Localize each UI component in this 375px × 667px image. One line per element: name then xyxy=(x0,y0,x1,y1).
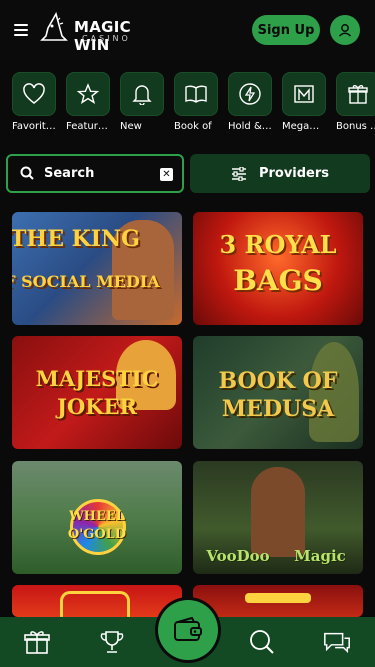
search-input[interactable]: Search ✕ xyxy=(6,154,184,193)
nav-promotions[interactable] xyxy=(22,627,52,657)
game-title-line2: JOKER xyxy=(57,394,137,419)
brand-subtitle: CASINO xyxy=(82,34,131,43)
providers-label: Providers xyxy=(258,166,330,181)
game-title-line2: BAGS xyxy=(233,264,323,297)
game-graphic xyxy=(60,591,130,617)
sign-up-button[interactable]: Sign Up xyxy=(252,15,320,45)
nav-search[interactable] xyxy=(247,627,277,657)
game-tile-majestic-joker[interactable]: MAJESTIC JOKER xyxy=(12,336,182,449)
category-label: Hold &… xyxy=(228,121,272,132)
wallet-icon xyxy=(174,616,202,641)
gift-icon xyxy=(24,631,50,654)
game-character xyxy=(251,467,305,557)
category-label: Mega… xyxy=(282,121,320,132)
heart-icon xyxy=(23,83,45,104)
user-icon xyxy=(338,24,352,37)
nav-tournaments[interactable] xyxy=(97,627,127,657)
game-tile-king-of-social-media[interactable]: THE KING OF SOCIAL MEDIA xyxy=(12,212,182,325)
category-mega[interactable]: Mega… xyxy=(282,72,334,132)
brand-logo[interactable]: MAGIC WIN CASINO xyxy=(38,10,138,54)
category-label: Book of xyxy=(174,121,212,132)
game-tile-voodoo-magic[interactable]: VooDoo Magic xyxy=(193,461,363,574)
category-label: New xyxy=(120,121,142,132)
category-new[interactable]: New xyxy=(120,72,172,132)
chat-icon xyxy=(324,632,350,654)
category-label: Featur… xyxy=(66,121,108,132)
top-bar: MAGIC WIN CASINO Sign Up xyxy=(0,0,375,62)
search-icon xyxy=(20,166,34,180)
wizard-hat-icon xyxy=(40,11,68,41)
search-icon xyxy=(250,630,274,654)
category-book-of[interactable]: Book of xyxy=(174,72,226,132)
trophy-icon xyxy=(100,631,124,653)
book-icon xyxy=(185,85,207,103)
search-label: Search xyxy=(44,166,95,181)
category-favorites[interactable]: Favorit… xyxy=(12,72,64,132)
category-bar: Favorit… Featur… New Book of Hold &… Meg… xyxy=(0,72,375,138)
wallet-button[interactable] xyxy=(158,600,218,660)
category-featured[interactable]: Featur… xyxy=(66,72,118,132)
game-title-line2: OF SOCIAL MEDIA xyxy=(12,272,160,291)
game-tile-wheel-o-gold[interactable]: WHEEL O'GOLD xyxy=(12,461,182,574)
mega-icon xyxy=(294,85,314,103)
clear-search-icon[interactable]: ✕ xyxy=(160,168,173,181)
category-bonus[interactable]: Bonus … xyxy=(336,72,375,132)
category-label: Favorit… xyxy=(12,121,56,132)
game-title-line1: 3 ROYAL xyxy=(219,230,337,259)
game-title-line1: WHEEL xyxy=(69,509,125,524)
game-title-line2: MEDUSA xyxy=(221,396,335,422)
game-tile-3-royal-bags[interactable]: 3 ROYAL BAGS xyxy=(193,212,363,325)
lightning-icon xyxy=(239,83,261,105)
sliders-icon xyxy=(231,166,246,181)
game-tile-book-of-medusa[interactable]: BOOK OF MEDUSA xyxy=(193,336,363,449)
game-graphic xyxy=(245,593,311,603)
bell-icon xyxy=(132,85,152,105)
game-tile[interactable] xyxy=(193,585,363,617)
game-title-line1: BOOK OF xyxy=(218,368,338,394)
game-title-line2: O'GOLD xyxy=(67,527,127,542)
category-label: Bonus … xyxy=(336,121,375,132)
category-hold-and-win[interactable]: Hold &… xyxy=(228,72,280,132)
game-title-line1: THE KING xyxy=(12,226,140,252)
account-button[interactable] xyxy=(330,15,360,45)
nav-chat[interactable] xyxy=(322,627,352,657)
star-icon xyxy=(77,83,99,104)
game-title-line2: Magic xyxy=(294,547,346,565)
providers-button[interactable]: Providers xyxy=(190,154,370,193)
gift-icon xyxy=(348,85,368,104)
menu-icon[interactable] xyxy=(14,24,28,36)
game-title-line1: MAJESTIC xyxy=(35,366,159,391)
game-tile[interactable] xyxy=(12,585,182,617)
